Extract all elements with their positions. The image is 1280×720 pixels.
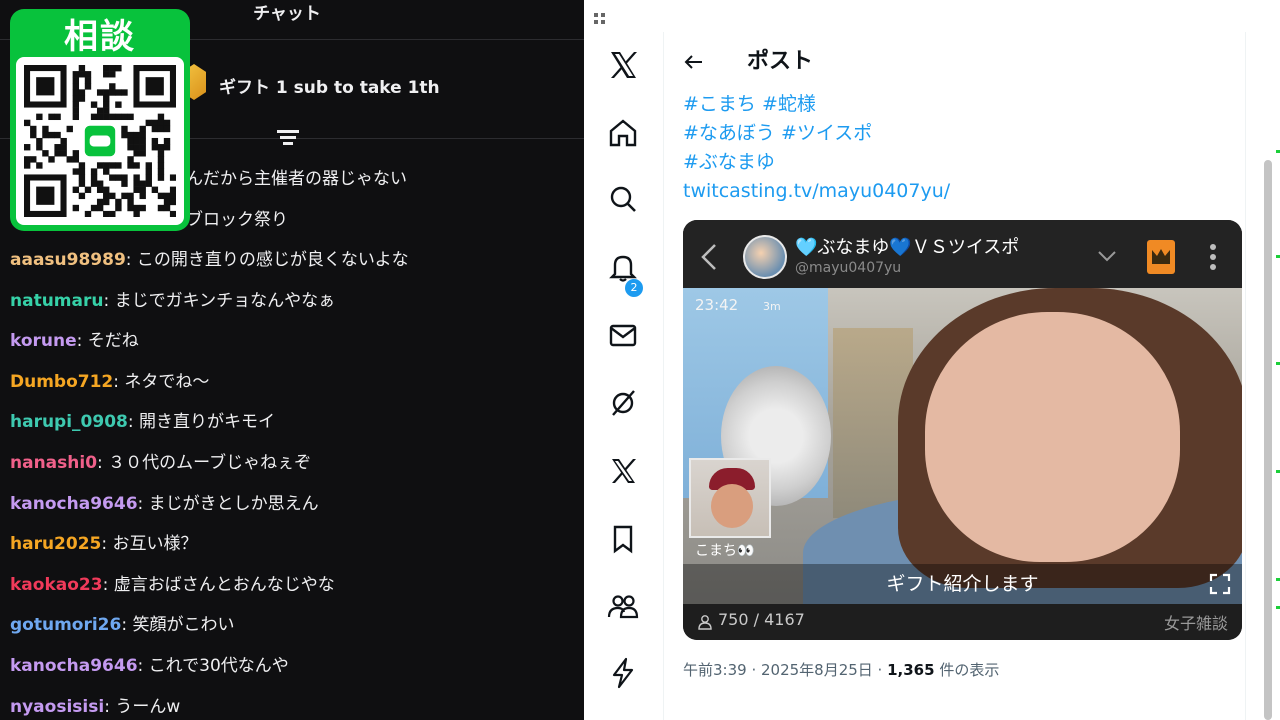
chat-text: : 開き直りがキモイ [127,412,276,433]
chat-username[interactable]: harupi_0908 [10,412,128,432]
picture-in-picture[interactable] [689,458,771,538]
chat-message-list: んだから主催者の器じゃない ブロック祭り aaasu98989: この開き直りの感じ… [0,160,584,720]
pip-label: こまち👀 [695,543,755,559]
broadcaster-handle: @mayu0407yu [795,260,902,276]
gift-banner-text: ギフト 1 sub to take 1th [219,78,440,98]
back-arrow-icon[interactable] [682,50,706,74]
media-footer: 750 / 4167 女子雑談 [683,604,1242,640]
collapse-icon[interactable] [277,127,299,149]
stream-category: 女子雑談 [1163,614,1228,633]
chat-message-partial: んだから主催者の器じゃない [186,169,407,189]
chat-text: : 虚言おばさんとおんなじやな [102,574,335,595]
post-link[interactable]: twitcasting.tv/mayu0407yu/ [683,177,950,205]
chat-panel: チャット ギフト 1 sub to take 1th んだから主催者の器じゃない… [0,0,584,720]
video-person-face [925,312,1180,562]
chat-username[interactable]: haru2025 [10,534,101,554]
bookmarks-icon[interactable] [606,522,640,556]
qr-code [16,57,184,225]
chat-username[interactable]: nyaosisisi [10,697,104,717]
fullscreen-icon[interactable] [1209,573,1231,595]
qr-card: 相談 [10,9,190,231]
view-label: 件の表示 [934,661,1000,679]
broadcaster-name: 🩵ぶなまゆ💙ＶＳツイスポ [795,237,1020,258]
viewer-count: 750 / 4167 [718,610,805,629]
post-meta: 午前3:39 · 2025年8月25日 · 1,365 件の表示 [683,659,999,680]
video-caption: ギフト紹介します [683,564,1242,604]
scrollbar[interactable] [1264,160,1272,720]
x-panel: 2 ポスト #こまち #蛇様 #なあぼう #ツイスポ #ぶなまゆ twitcas… [584,0,1280,720]
qr-title: 相談 [64,17,136,57]
post-detail: ポスト #こまち #蛇様 #なあぼう #ツイスポ #ぶなまゆ twitcasti… [664,32,1246,720]
grok-icon[interactable] [606,386,640,420]
crown-icon[interactable] [1147,240,1175,274]
chat-message-partial: ブロック祭り [186,210,288,230]
chevron-down-icon[interactable] [1097,248,1117,262]
post-hashtags-line-3[interactable]: #ぶなまゆ [683,148,775,176]
chat-message: korune: そだね [10,325,139,357]
chat-message: gotumori26: 笑顔がこわい [10,609,234,641]
chat-message: nanashi0: ３０代のムーブじゃねぇぞ [10,447,311,479]
chat-message: harupi_0908: 開き直りがキモイ [10,406,275,438]
chat-message: kaokao23: 虚言おばさんとおんなじやな [10,569,335,601]
chat-username[interactable]: gotumori26 [10,615,121,635]
premium-icon[interactable] [606,454,640,488]
chat-text: : お互い様？ [101,534,198,555]
edge-indicator [1276,0,1280,720]
view-count: 1,365 [887,661,935,679]
chat-text: : ３０代のムーブじゃねぇぞ [97,453,312,473]
search-icon[interactable] [606,182,640,216]
page-title: ポスト [747,49,814,74]
post-hashtags-line-1[interactable]: #こまち #蛇様 [683,90,816,118]
video-frame[interactable]: 23:42 3m こまち👀 ギフト紹介します [683,288,1242,604]
chat-text: : まじがきとしか思えん [137,493,319,514]
screen: チャット ギフト 1 sub to take 1th んだから主催者の器じゃない… [0,0,1280,720]
communities-icon[interactable] [606,590,640,624]
chat-title: チャット [253,4,321,24]
chat-text: : うーんw [104,696,181,717]
home-icon[interactable] [606,116,640,150]
chat-text: : この開き直りの感じが良くないよな [125,250,409,270]
messages-icon[interactable] [606,318,640,352]
chat-username[interactable]: nanashi0 [10,453,97,473]
chat-username[interactable]: kanocha9646 [10,494,138,514]
chevron-left-icon[interactable] [697,242,721,272]
chat-text: : 笑顔がこわい [121,615,235,636]
chat-message: aaasu98989: この開き直りの感じが良くないよな [10,244,409,276]
video-duration-label: 3m [763,300,781,313]
verified-orgs-icon[interactable] [606,656,640,690]
chat-message: natumaru: まじでガキンチョなんやなぁ [10,285,335,317]
chat-message: nyaosisisi: うーんw [10,691,180,720]
chat-username[interactable]: kaokao23 [10,575,103,595]
qr-code-graphic [24,65,176,217]
chat-username[interactable]: kanocha9646 [10,656,138,676]
chat-text: : そだね [76,331,139,352]
x-logo-icon[interactable] [606,48,640,82]
grid-icon[interactable] [594,10,606,24]
chat-message: haru2025: お互い様？ [10,528,198,560]
pip-face [711,484,753,528]
x-sidebar: 2 [584,32,664,720]
chat-text: : ネタでね〜 [113,371,210,392]
more-vertical-icon[interactable] [1209,242,1217,272]
post-media[interactable]: 🩵ぶなまゆ💙ＶＳツイスポ @mayu0407yu 23:42 3m こまち👀 ギ… [683,220,1242,640]
chat-username[interactable]: Dumbo712 [10,372,113,392]
viewer-icon [697,614,713,630]
chat-username[interactable]: natumaru [10,291,103,311]
window-top-bar [584,0,1280,32]
chat-username[interactable]: korune [10,331,77,351]
post-timestamp[interactable]: 午前3:39 · 2025年8月25日 · [683,661,887,679]
chat-text: : まじでガキンチョなんやなぁ [103,290,336,311]
media-header: 🩵ぶなまゆ💙ＶＳツイスポ @mayu0407yu [683,220,1242,288]
video-timestamp: 23:42 [695,296,739,314]
chat-username[interactable]: aaasu98989 [10,250,126,270]
chat-message: Dumbo712: ネタでね〜 [10,366,209,398]
chat-message: kanocha9646: これで30代なんや [10,650,289,682]
chat-message: kanocha9646: まじがきとしか思えん [10,488,319,520]
avatar [743,235,787,279]
chat-text: : これで30代なんや [137,656,289,676]
post-hashtags-line-2[interactable]: #なあぼう #ツイスポ [683,119,872,147]
notification-badge: 2 [625,279,643,297]
